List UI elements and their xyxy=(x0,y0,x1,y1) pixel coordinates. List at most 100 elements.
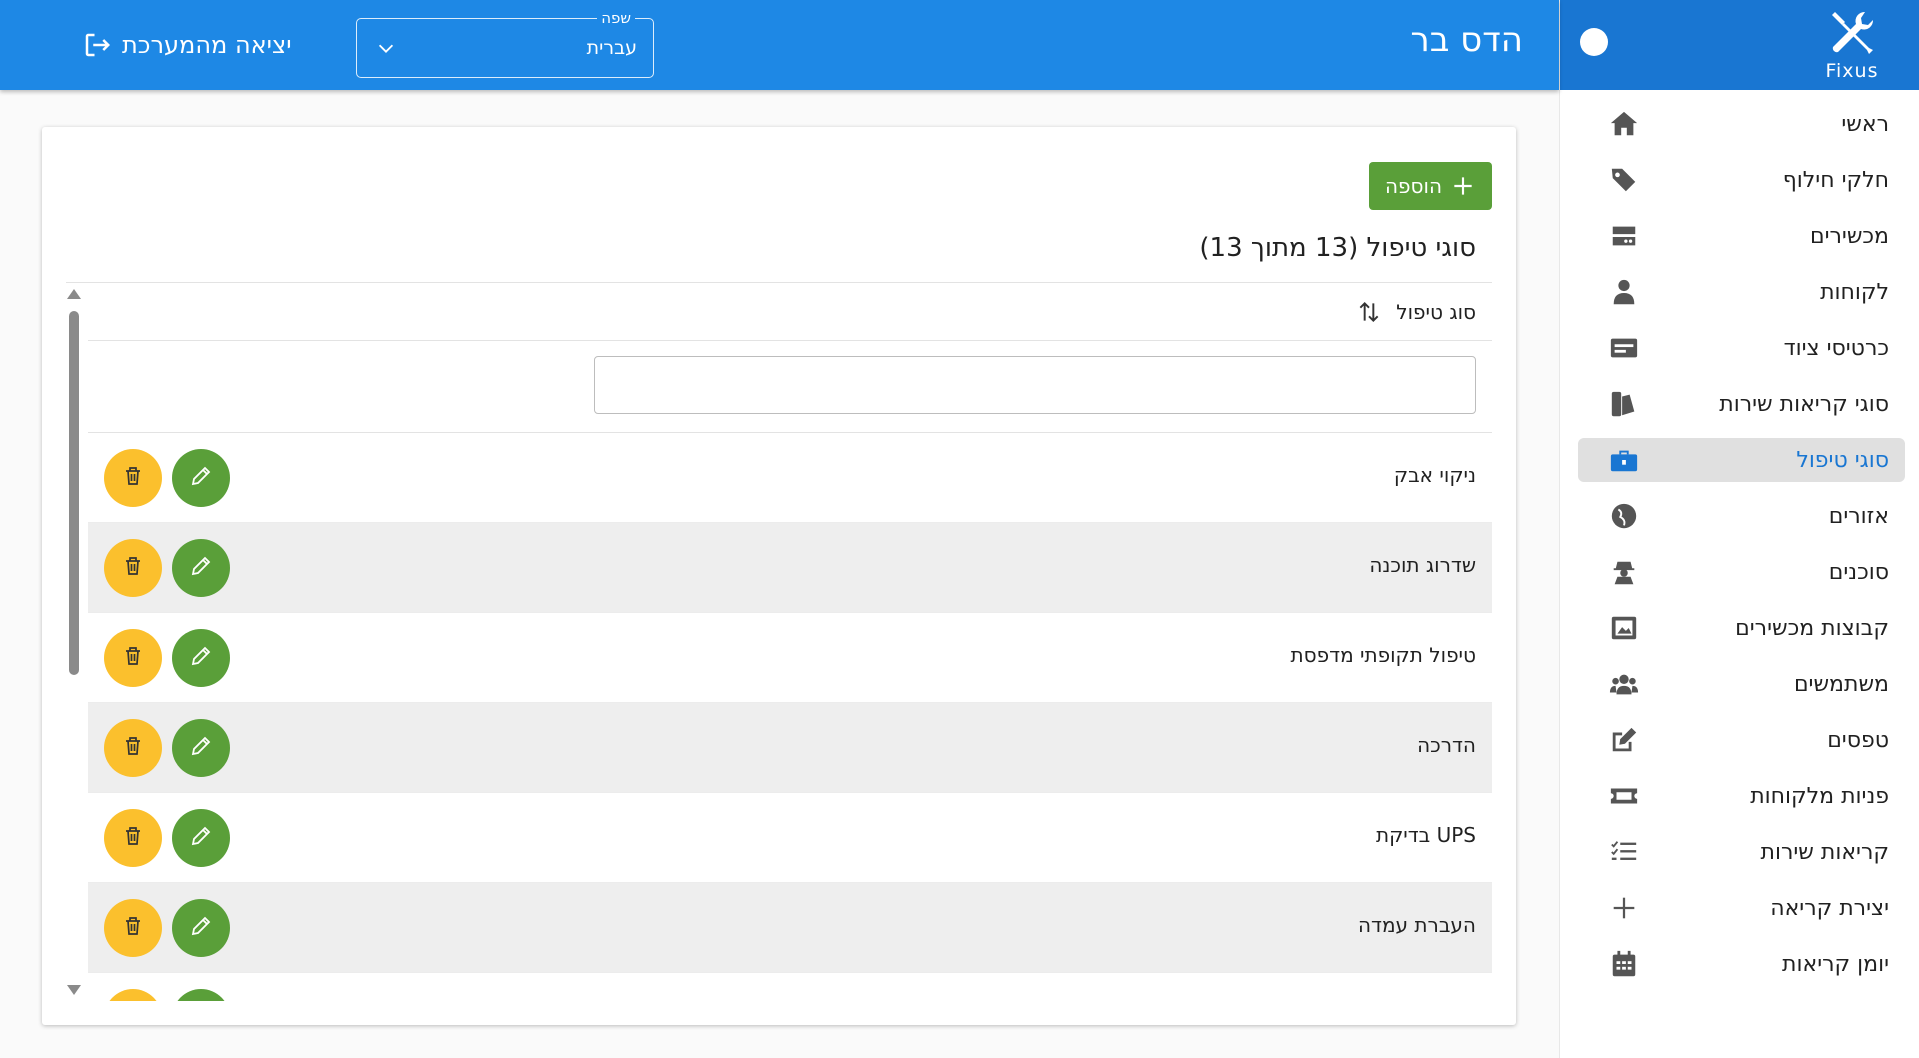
sidebar-item-plus[interactable]: יצירת קריאה xyxy=(1578,886,1905,930)
scroll-up-arrow[interactable] xyxy=(67,289,81,299)
table-row[interactable]: בדיקת UPS xyxy=(88,793,1492,883)
filter-input[interactable] xyxy=(594,356,1476,414)
sidebar-item-home[interactable]: ראשי xyxy=(1578,102,1905,146)
logout-button[interactable]: יציאה מהמערכת xyxy=(82,30,292,60)
sidebar-item-tags[interactable]: חלקי חילוף xyxy=(1578,158,1905,202)
sidebar: Fixus ראשי חלקי חילוף מכשירים לקוחות כרטיסי … xyxy=(1559,0,1919,1058)
fixus-logo[interactable]: Fixus xyxy=(1807,8,1897,82)
calendar-icon xyxy=(1594,949,1654,979)
sidebar-item-label: סוגי קריאות שירות xyxy=(1719,391,1889,417)
trash-icon xyxy=(121,824,145,852)
user-name: הדס בר xyxy=(1410,20,1524,60)
table-row[interactable]: טיפול תקופתי מדפסת xyxy=(88,613,1492,703)
row-label: הדרכה xyxy=(1417,733,1476,757)
sidebar-item-label: יומן קריאות xyxy=(1782,951,1889,977)
table-row[interactable]: הדרכה xyxy=(88,703,1492,793)
logo-text: Fixus xyxy=(1825,60,1879,82)
sidebar-item-users[interactable]: משתמשים xyxy=(1578,662,1905,706)
sidebar-item-id-card[interactable]: כרטיסי ציוד xyxy=(1578,326,1905,370)
trash-icon xyxy=(121,554,145,582)
edit-button[interactable] xyxy=(172,899,230,957)
user-secret-icon xyxy=(1594,557,1654,587)
scrollbar[interactable] xyxy=(66,289,82,995)
delete-button[interactable] xyxy=(104,539,162,597)
sidebar-item-label: לקוחות xyxy=(1820,279,1889,305)
sidebar-nav: ראשי חלקי חילוף מכשירים לקוחות כרטיסי ציוד סו… xyxy=(1560,90,1919,986)
delete-button[interactable] xyxy=(104,989,162,1001)
sidebar-item-user-secret[interactable]: סוכנים xyxy=(1578,550,1905,594)
add-button[interactable]: הוספה xyxy=(1369,162,1492,210)
sidebar-item-label: כרטיסי ציוד xyxy=(1783,335,1889,361)
column-header-label: סוג טיפול xyxy=(1396,299,1476,324)
delete-button[interactable] xyxy=(104,449,162,507)
toolbox-icon xyxy=(1594,445,1654,475)
pencil-icon xyxy=(189,824,213,852)
ticket-icon xyxy=(1594,781,1654,811)
edit-button[interactable] xyxy=(172,539,230,597)
edit-button[interactable] xyxy=(172,809,230,867)
trash-icon xyxy=(121,734,145,762)
sidebar-item-label: קריאות שירות xyxy=(1760,839,1889,865)
sidebar-item-label: טפסים xyxy=(1827,727,1889,753)
logout-icon xyxy=(85,33,111,57)
edit-button[interactable] xyxy=(172,989,230,1001)
sidebar-item-label: סוגי טיפול xyxy=(1796,447,1889,473)
pencil-icon xyxy=(189,734,213,762)
top-bar: הדס בר שפה עברית יציאה מהמערכת xyxy=(0,0,1559,90)
treatment-types-card: הוספה סוגי טיפול (13 מתוך 13) סוג טיפול … xyxy=(42,127,1516,1025)
row-label: העברת עמדה xyxy=(1357,913,1476,937)
sidebar-header: Fixus xyxy=(1560,0,1919,90)
sidebar-item-label: פניות מלקוחות xyxy=(1750,783,1889,809)
table-row[interactable]: שדרוג תוכנה xyxy=(88,523,1492,613)
sidebar-item-label: קבוצות מכשירים xyxy=(1735,615,1889,641)
plus-icon xyxy=(1594,893,1654,923)
scroll-down-arrow[interactable] xyxy=(67,985,81,995)
sidebar-item-user-tie[interactable]: לקוחות xyxy=(1578,270,1905,314)
wrench-screwdriver-icon xyxy=(1832,11,1874,54)
table-row[interactable] xyxy=(88,973,1492,1001)
table-row[interactable]: העברת עמדה xyxy=(88,883,1492,973)
sidebar-item-swatchbook[interactable]: סוגי קריאות שירות xyxy=(1578,382,1905,426)
add-button-label: הוספה xyxy=(1384,174,1443,198)
scroll-thumb[interactable] xyxy=(69,311,79,675)
delete-button[interactable] xyxy=(104,899,162,957)
sidebar-item-tasks[interactable]: קריאות שירות xyxy=(1578,830,1905,874)
delete-button[interactable] xyxy=(104,629,162,687)
pencil-icon xyxy=(189,464,213,492)
id-card-icon xyxy=(1594,333,1654,363)
users-icon xyxy=(1594,669,1654,699)
sidebar-item-label: חלקי חילוף xyxy=(1782,167,1889,193)
language-value: עברית xyxy=(586,37,637,59)
pencil-icon xyxy=(189,554,213,582)
user-tie-icon xyxy=(1594,277,1654,307)
sidebar-item-calendar[interactable]: יומן קריאות xyxy=(1578,942,1905,986)
trash-icon xyxy=(121,914,145,942)
sidebar-item-label: משתמשים xyxy=(1793,671,1889,697)
edit-button[interactable] xyxy=(172,449,230,507)
logout-label: יציאה מהמערכת xyxy=(122,31,292,59)
sidebar-item-toolbox[interactable]: סוגי טיפול xyxy=(1578,438,1905,482)
app-root: Fixus ראשי חלקי חילוף מכשירים לקוחות כרטיסי … xyxy=(0,0,1919,1058)
sidebar-item-photo-frame[interactable]: קבוצות מכשירים xyxy=(1578,606,1905,650)
chevron-down-icon xyxy=(378,44,394,53)
row-label: שדרוג תוכנה xyxy=(1369,553,1476,577)
column-header[interactable]: סוג טיפול xyxy=(88,283,1492,341)
edit-button[interactable] xyxy=(172,629,230,687)
delete-button[interactable] xyxy=(104,719,162,777)
sidebar-item-ticket[interactable]: פניות מלקוחות xyxy=(1578,774,1905,818)
sort-icon[interactable] xyxy=(1356,299,1382,325)
sidebar-item-label: יצירת קריאה xyxy=(1770,895,1889,921)
treatment-types-table: סוג טיפול ניקוי אבק שדרוג תוכנה טיפול תקופ… xyxy=(88,283,1492,1001)
row-label: טיפול תקופתי מדפסת xyxy=(1290,643,1476,667)
tasks-icon xyxy=(1594,837,1654,867)
server-icon xyxy=(1594,221,1654,251)
table-row[interactable]: ניקוי אבק xyxy=(88,433,1492,523)
delete-button[interactable] xyxy=(104,809,162,867)
language-select[interactable]: שפה עברית xyxy=(356,9,654,78)
sidebar-item-edit[interactable]: טפסים xyxy=(1578,718,1905,762)
language-legend: שפה xyxy=(597,9,635,27)
sidebar-item-label: אזורים xyxy=(1828,503,1889,529)
sidebar-item-globe[interactable]: אזורים xyxy=(1578,494,1905,538)
edit-button[interactable] xyxy=(172,719,230,777)
sidebar-item-server[interactable]: מכשירים xyxy=(1578,214,1905,258)
